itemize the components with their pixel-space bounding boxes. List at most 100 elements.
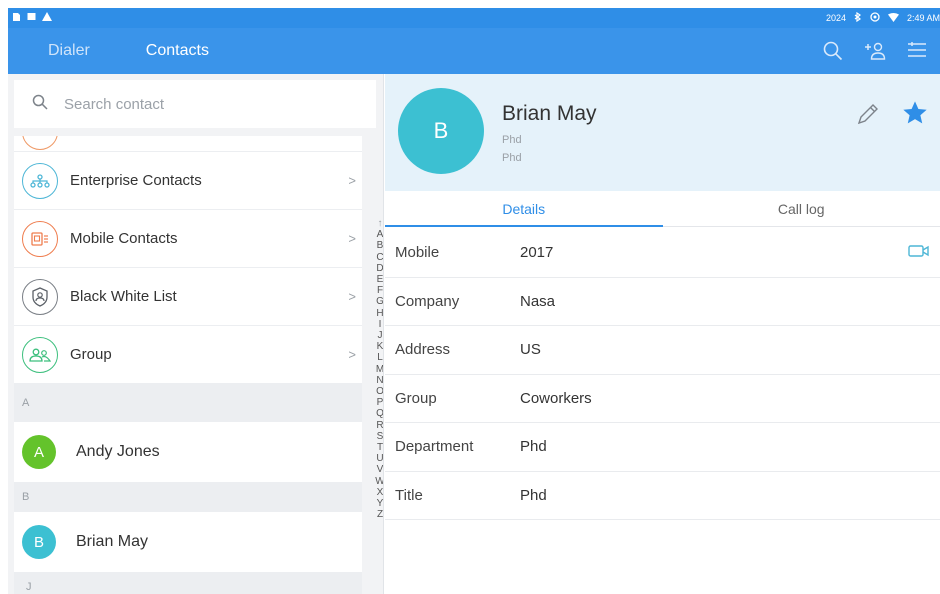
contact-list: Enterprise Contacts > Mobile Contacts > …: [14, 136, 362, 594]
message-icon: [27, 12, 36, 24]
alphabet-letter[interactable]: H: [376, 308, 383, 319]
alphabet-letter[interactable]: L: [377, 352, 383, 363]
group-icon: [22, 336, 58, 373]
field-value[interactable]: 2017: [520, 244, 553, 261]
search-bar[interactable]: Search contact: [14, 80, 376, 128]
alphabet-letter[interactable]: E: [377, 274, 383, 285]
add-contact-icon[interactable]: [864, 40, 886, 62]
field-value: Nasa: [520, 292, 556, 310]
alphabet-letter[interactable]: W: [375, 476, 383, 487]
alphabet-letter[interactable]: X: [377, 487, 383, 498]
contact-row[interactable]: A Andy Jones: [14, 422, 362, 482]
category-label: Enterprise Contacts: [70, 172, 202, 189]
wifi-icon: [887, 12, 899, 24]
contact-row[interactable]: B Brian May: [14, 512, 362, 572]
chevron-right-icon: >: [348, 289, 356, 304]
status-icons-left: [12, 12, 52, 25]
alphabet-letter[interactable]: M: [376, 364, 383, 375]
chevron-right-icon: >: [348, 347, 356, 362]
search-input[interactable]: Search contact: [64, 96, 164, 113]
org-chart-icon: [22, 162, 58, 199]
alphabet-letter[interactable]: C: [376, 252, 383, 263]
field-value: US: [520, 341, 541, 359]
field-label: Address: [395, 341, 451, 359]
video-call-icon[interactable]: [908, 243, 930, 261]
avatar: B: [22, 525, 56, 559]
field-row-title: Title Phd: [385, 472, 940, 520]
chevron-right-icon: >: [348, 173, 356, 188]
category-mobile-contacts[interactable]: Mobile Contacts >: [14, 210, 362, 268]
alphabet-letter[interactable]: K: [377, 341, 383, 352]
section-header-partial: J: [14, 572, 362, 594]
category-group[interactable]: Group >: [14, 326, 362, 384]
section-header-b: B: [14, 482, 362, 512]
field-label: Department: [395, 438, 474, 456]
alphabet-letter[interactable]: U: [376, 453, 383, 464]
category-label: Black White List: [70, 288, 177, 305]
alphabet-letter[interactable]: N: [376, 375, 383, 386]
field-row-company: Company Nasa: [385, 278, 940, 326]
status-icons-right: 2024 2:49 AM: [825, 11, 940, 24]
category-label: Group: [70, 346, 112, 363]
alphabet-letter[interactable]: G: [376, 296, 383, 307]
alphabet-letter[interactable]: V: [377, 464, 383, 475]
alphabet-letter[interactable]: T: [377, 442, 383, 453]
alphabet-letter[interactable]: P: [377, 397, 383, 408]
detail-fields: Mobile 2017 Company Nasa Address US Grou…: [385, 229, 940, 520]
search-icon[interactable]: [822, 40, 844, 62]
field-row-department: Department Phd: [385, 423, 940, 472]
alphabet-letter[interactable]: S: [377, 431, 383, 442]
contacts-panel: Search contact Enterprise Contacts > Mob…: [8, 74, 384, 594]
appbar-actions: [822, 40, 940, 62]
field-row-group: Group Coworkers: [385, 375, 940, 423]
field-value: Phd: [520, 486, 547, 504]
tab-call-log[interactable]: Call log: [663, 191, 940, 226]
field-value: Coworkers: [520, 389, 592, 407]
category-black-white-list[interactable]: Black White List >: [14, 268, 362, 326]
mobile-contacts-icon: [22, 220, 58, 257]
alphabet-letter[interactable]: Z: [377, 509, 383, 520]
alphabet-index[interactable]: ↑ A B C D E F G H I J K L M N O P Q R S T U V W X Y Z: [372, 218, 383, 520]
alphabet-letter[interactable]: D: [376, 263, 383, 274]
detail-tabs: Details Call log: [385, 191, 940, 227]
shield-user-icon: [22, 278, 58, 315]
contact-title: Brian May: [502, 102, 597, 125]
alphabet-letter[interactable]: ↑: [378, 218, 383, 229]
alphabet-letter[interactable]: O: [376, 386, 383, 397]
alert-icon: [42, 12, 52, 24]
alphabet-letter[interactable]: B: [377, 240, 383, 251]
field-label: Company: [395, 292, 460, 310]
alphabet-letter[interactable]: A: [377, 229, 383, 240]
field-label: Title: [395, 486, 423, 504]
favorite-star-icon[interactable]: [901, 99, 929, 127]
tab-dialer[interactable]: Dialer: [8, 42, 90, 60]
field-value: Phd: [520, 438, 547, 456]
contact-detail-panel: B Brian May Phd Phd Details Call log Mob…: [385, 74, 940, 594]
menu-icon[interactable]: [906, 40, 928, 62]
contact-name: Brian May: [76, 533, 149, 550]
status-bar: 2024 2:49 AM: [8, 8, 940, 28]
status-time: 2:49 AM: [906, 13, 940, 23]
category-enterprise-contacts[interactable]: Enterprise Contacts >: [14, 152, 362, 210]
contact-name: Andy Jones: [76, 443, 160, 460]
tab-details[interactable]: Details: [385, 191, 663, 227]
edit-icon[interactable]: [855, 101, 881, 127]
alphabet-letter[interactable]: J: [378, 330, 383, 341]
contact-subtitle: Phd: [502, 134, 522, 146]
left-margin: [0, 0, 8, 594]
list-item-partial: [14, 136, 362, 152]
field-row-mobile: Mobile 2017: [385, 229, 940, 278]
alphabet-letter[interactable]: I: [379, 319, 382, 330]
bluetooth-icon: [854, 11, 862, 24]
alphabet-letter[interactable]: R: [376, 420, 383, 431]
search-icon: [32, 94, 48, 114]
contact-header: B Brian May Phd Phd: [385, 74, 940, 191]
section-header-a: A: [14, 384, 362, 422]
alphabet-letter[interactable]: F: [377, 285, 383, 296]
category-label: Mobile Contacts: [70, 230, 178, 247]
tab-contacts[interactable]: Contacts: [90, 42, 209, 60]
alphabet-letter[interactable]: Y: [377, 498, 383, 509]
alphabet-letter[interactable]: Q: [376, 408, 383, 419]
chevron-right-icon: >: [348, 231, 356, 246]
status-year: 2024: [825, 13, 846, 23]
